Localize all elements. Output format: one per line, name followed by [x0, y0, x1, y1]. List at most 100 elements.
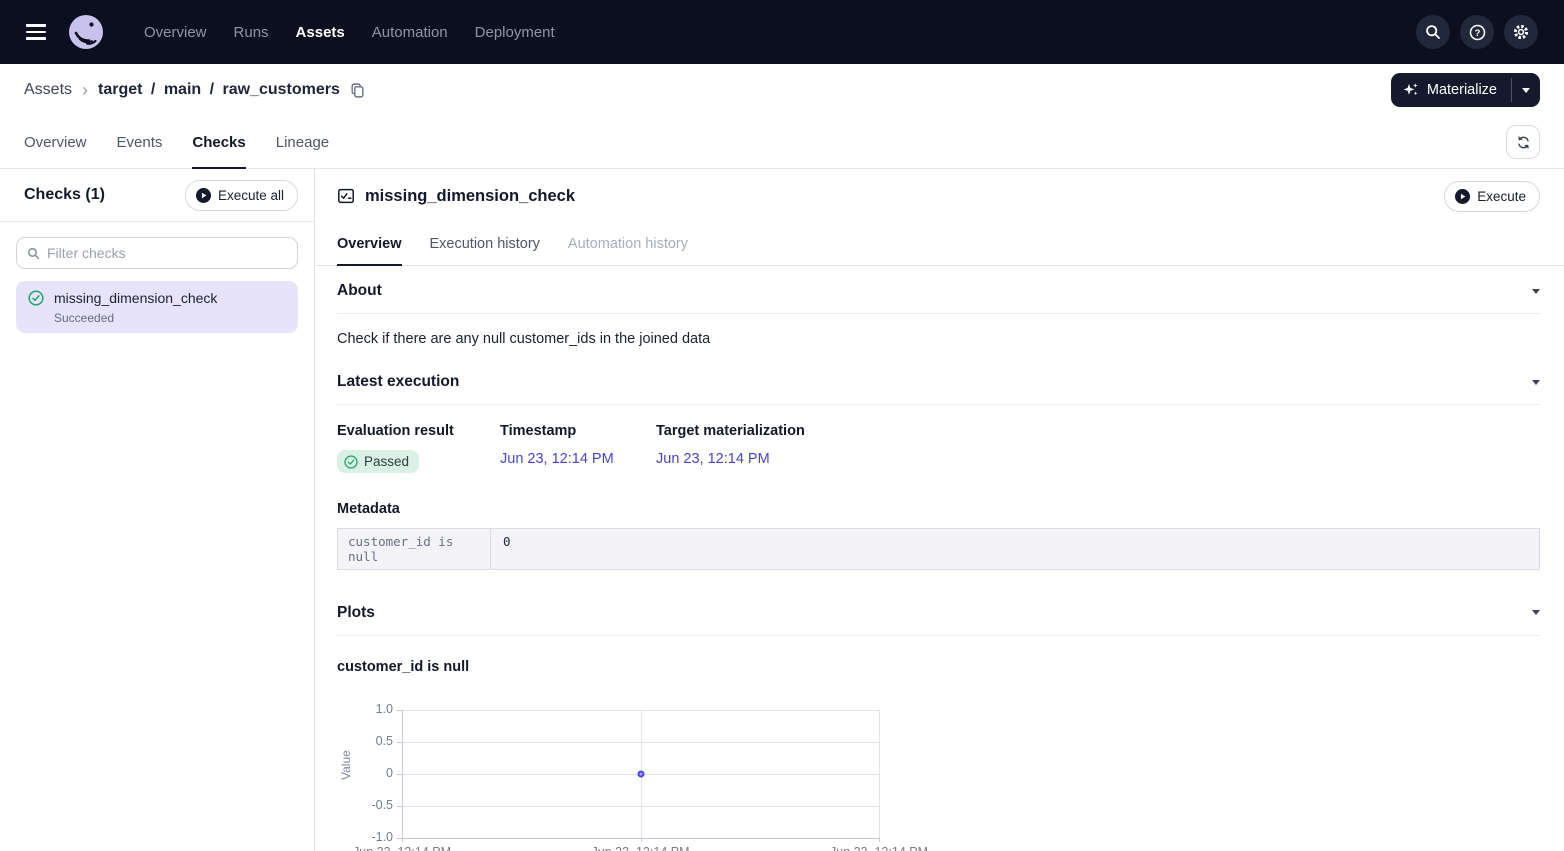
- refresh-icon: [1516, 135, 1531, 150]
- check-detail-tabs: Overview Execution history Automation hist…: [315, 223, 1564, 266]
- breadcrumb-assets-link[interactable]: Assets: [24, 81, 72, 99]
- check-name-title: missing_dimension_check: [365, 187, 575, 206]
- x-tick-mark: [879, 838, 880, 842]
- materialize-dropdown-button[interactable]: [1512, 73, 1540, 107]
- plot-title: customer_id is null: [337, 659, 1540, 675]
- filter-checks-input[interactable]: [47, 245, 287, 261]
- check-list-item[interactable]: missing_dimension_checkSucceeded: [16, 281, 298, 333]
- play-icon: [196, 188, 211, 203]
- execute-button[interactable]: Execute: [1444, 181, 1540, 212]
- check-detail-panel: missing_dimension_check Execute Overview…: [315, 169, 1564, 851]
- plots-section: Plots customer_id is null Value1.00.50-0…: [337, 570, 1540, 851]
- settings-button[interactable]: [1504, 15, 1538, 49]
- tab-overview[interactable]: Overview: [337, 223, 402, 265]
- check-overview-content: About Check if there are any null custom…: [315, 266, 1564, 851]
- chevron-right-icon: ›: [82, 81, 88, 99]
- plot-chart: Value1.00.50-0.5-1.0Jun 23, 12:14 PMJun …: [337, 702, 957, 851]
- tab-lineage[interactable]: Lineage: [276, 116, 329, 168]
- tab-overview[interactable]: Overview: [24, 116, 87, 168]
- check-circle-icon: [28, 290, 44, 306]
- breadcrumb-segment[interactable]: target: [98, 81, 142, 98]
- timestamp-link[interactable]: Jun 23, 12:14 PM: [500, 451, 614, 467]
- tab-checks[interactable]: Checks: [192, 116, 245, 168]
- check-item-text: missing_dimension_checkSucceeded: [54, 290, 217, 325]
- table-row: customer_id is null0: [338, 529, 1539, 569]
- breadcrumb-separator: /: [201, 81, 222, 98]
- timestamp-link[interactable]: Jun 23, 12:14 PM: [656, 451, 770, 467]
- breadcrumb-asset-path: target / main / raw_customers: [98, 81, 340, 99]
- column-label: Timestamp: [500, 423, 636, 439]
- breadcrumb-row: Assets › target / main / raw_customers M…: [0, 64, 1564, 116]
- help-icon: ?: [1469, 24, 1486, 41]
- tab-execution-history[interactable]: Execution history: [430, 223, 540, 265]
- top-nav-bar: Overview Runs Assets Automation Deployment ?: [0, 0, 1564, 64]
- primary-nav: Overview Runs Assets Automation Deployment: [144, 24, 555, 41]
- nav-item-deployment[interactable]: Deployment: [475, 24, 555, 41]
- execute-label: Execute: [1477, 189, 1526, 204]
- topbar-actions: ?: [1416, 15, 1538, 49]
- checks-count-title: Checks (1): [24, 186, 105, 204]
- x-tick-label: Jun 23, 12:14 PM: [353, 845, 451, 851]
- dagster-logo-icon[interactable]: [68, 14, 104, 50]
- y-tick-label: 0.5: [337, 734, 393, 748]
- latest-execution-heading: Latest execution: [337, 373, 459, 391]
- dagster-app: Overview Runs Assets Automation Deployment ?…: [0, 0, 1564, 851]
- check-detail-header: missing_dimension_check Execute: [315, 169, 1564, 223]
- refresh-button[interactable]: [1506, 125, 1540, 159]
- execute-all-label: Execute all: [218, 188, 284, 203]
- check-item-name: missing_dimension_check: [54, 290, 217, 308]
- tab-events[interactable]: Events: [117, 116, 163, 168]
- asset-tabs: Overview Events Checks Lineage: [0, 116, 1564, 169]
- plots-heading: Plots: [337, 604, 375, 622]
- column-label: Evaluation result: [337, 423, 480, 439]
- execute-all-button[interactable]: Execute all: [185, 180, 298, 211]
- search-button[interactable]: [1416, 15, 1450, 49]
- execution-column-timestamp: Timestamp Jun 23, 12:14 PM: [500, 423, 656, 474]
- metadata-table: customer_id is null0: [337, 528, 1540, 570]
- y-tick-label: 0: [337, 766, 393, 780]
- nav-item-overview[interactable]: Overview: [144, 24, 207, 41]
- execution-column-evaluation-result: Evaluation result Passed: [337, 423, 500, 474]
- menu-icon[interactable]: [26, 24, 46, 39]
- latest-execution-columns: Evaluation result Passed Timestamp Jun 23, …: [337, 423, 1540, 474]
- copy-icon: [349, 82, 366, 99]
- breadcrumb-segment[interactable]: raw_customers: [223, 81, 340, 98]
- collapse-caret-icon[interactable]: [1532, 610, 1540, 615]
- y-axis: [402, 710, 403, 838]
- materialize-label: Materialize: [1427, 82, 1497, 98]
- collapse-caret-icon[interactable]: [1532, 380, 1540, 385]
- checks-body: Checks (1) Execute all missing_dimension…: [0, 169, 1564, 851]
- checks-list: missing_dimension_checkSucceeded: [0, 279, 314, 335]
- breadcrumb-segment[interactable]: main: [164, 81, 201, 98]
- tab-automation-history[interactable]: Automation history: [568, 223, 688, 265]
- copy-button[interactable]: [349, 82, 366, 99]
- filter-checks-box: [16, 237, 298, 269]
- check-circle-icon: [344, 455, 358, 469]
- data-point[interactable]: [637, 770, 644, 777]
- help-button[interactable]: ?: [1460, 15, 1494, 49]
- breadcrumb-separator: /: [142, 81, 163, 98]
- status-badge: Passed: [337, 450, 419, 473]
- collapse-caret-icon[interactable]: [1532, 289, 1540, 294]
- search-icon: [1425, 24, 1441, 40]
- search-icon: [27, 247, 40, 260]
- nav-item-assets[interactable]: Assets: [296, 24, 345, 41]
- about-heading: About: [337, 282, 382, 300]
- metadata-value-cell: 0: [491, 529, 523, 569]
- nav-item-runs[interactable]: Runs: [234, 24, 269, 41]
- y-tick-label: 1.0: [337, 702, 393, 716]
- check-description: Check if there are any null customer_ids…: [337, 331, 1540, 347]
- chevron-down-icon: [1522, 88, 1530, 93]
- status-badge-label: Passed: [364, 454, 409, 469]
- x-tick-label: Jun 23, 12:14 PM: [830, 845, 928, 851]
- materialize-button[interactable]: Materialize: [1391, 73, 1511, 107]
- latest-execution-section: Latest execution Evaluation result Passed…: [337, 347, 1540, 570]
- checks-sidebar-header: Checks (1) Execute all: [0, 169, 314, 222]
- play-icon: [1455, 189, 1470, 204]
- svg-text:?: ?: [1474, 28, 1480, 39]
- nav-item-automation[interactable]: Automation: [372, 24, 448, 41]
- gear-icon: [1512, 23, 1530, 41]
- sparkle-icon: [1403, 82, 1419, 98]
- about-section: About Check if there are any null custom…: [337, 266, 1540, 347]
- y-tick-label: -0.5: [337, 798, 393, 812]
